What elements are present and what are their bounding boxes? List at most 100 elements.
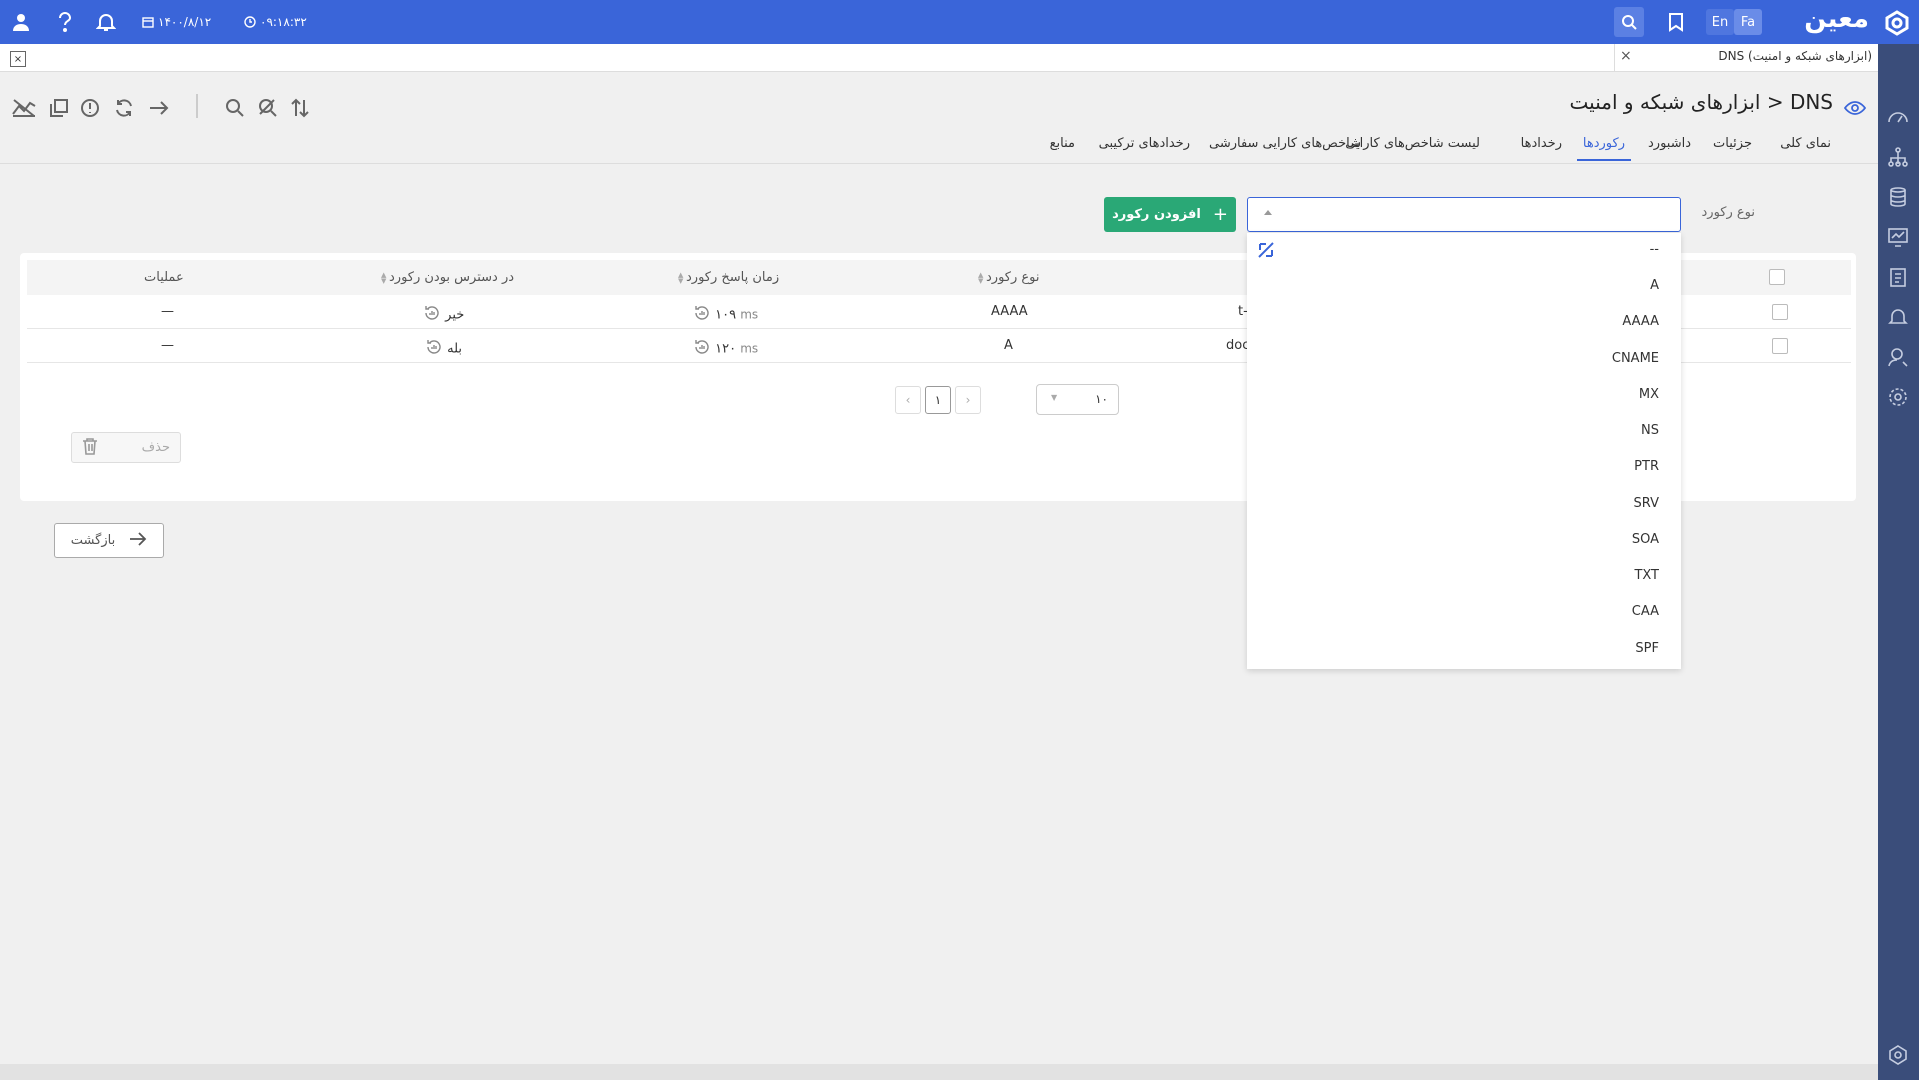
info-alert-icon[interactable]: [78, 96, 102, 120]
arrow-right-icon[interactable]: [147, 96, 171, 120]
history-icon[interactable]: [423, 304, 441, 326]
help-icon[interactable]: [54, 11, 76, 33]
date-display: ۱۴۰۰/۸/۱۲: [142, 13, 211, 31]
time-text: ۰۹:۱۸:۳۲: [260, 15, 307, 29]
delete-label: حذف: [141, 440, 170, 455]
history-icon[interactable]: [693, 338, 711, 360]
availability: بله: [425, 338, 462, 360]
tab-events[interactable]: رخدادها: [1521, 136, 1562, 151]
monitor-chart-icon[interactable]: [1887, 226, 1909, 248]
time-display: ۰۹:۱۸:۳۲: [244, 13, 307, 31]
col-availability[interactable]: ▲ ▼ در دسترس بودن رکورد: [373, 270, 514, 285]
toolbar-divider: [196, 94, 198, 118]
history-icon[interactable]: [693, 304, 711, 326]
col-record-type[interactable]: ▲ ▼ نوع رکورد: [970, 270, 1039, 285]
col-response-time[interactable]: ▲ ▼ زمان پاسخ رکورد: [670, 270, 779, 285]
next-page-button[interactable]: ›: [955, 386, 981, 414]
sort-icon: ▲ ▼: [978, 270, 984, 285]
row-checkbox[interactable]: [1772, 338, 1788, 354]
dropdown-option-none[interactable]: --: [1650, 242, 1659, 257]
sidebar-logo-icon: [1887, 1044, 1909, 1066]
dropdown-option-aaaa[interactable]: AAAA: [1622, 314, 1659, 329]
prev-page-button[interactable]: ‹: [895, 386, 921, 414]
refresh-icon[interactable]: [112, 96, 136, 120]
dropdown-option-spf[interactable]: SPF: [1635, 641, 1659, 656]
dropdown-option-soa[interactable]: SOA: [1632, 532, 1659, 547]
logo-icon: [1883, 9, 1911, 37]
page-number-button[interactable]: ۱: [925, 386, 951, 414]
alert-bell-icon[interactable]: [1887, 306, 1909, 328]
document-tab-strip: DNS (ابزارهای شبکه و امنیت) ×: [0, 44, 1878, 72]
lang-en-button[interactable]: En: [1706, 9, 1734, 35]
record-type: A: [1004, 338, 1013, 353]
trash-icon: [82, 437, 98, 459]
response-time: ۱۲۰ ms: [693, 338, 758, 360]
record-name: doc: [1226, 338, 1250, 353]
delete-button[interactable]: حذف: [71, 432, 181, 463]
back-button[interactable]: بازگشت: [54, 523, 164, 558]
page-size-value: ۱۰: [1095, 392, 1108, 406]
database-icon[interactable]: [1887, 186, 1909, 208]
copy-add-icon[interactable]: [47, 96, 71, 120]
back-label: بازگشت: [70, 533, 116, 548]
dropdown-option-ns[interactable]: NS: [1641, 423, 1659, 438]
top-bar: ۱۴۰۰/۸/۱۲ ۰۹:۱۸:۳۲ En Fa معین: [0, 0, 1919, 44]
user-icon[interactable]: [10, 11, 32, 33]
dropdown-option-cname[interactable]: CNAME: [1612, 351, 1659, 366]
search-off-icon[interactable]: [256, 96, 280, 120]
plus-icon: +: [1212, 204, 1228, 225]
add-record-button[interactable]: افزودن رکورد +: [1104, 197, 1236, 232]
eye-icon[interactable]: [1843, 96, 1867, 120]
clear-selection-icon[interactable]: [1257, 241, 1275, 263]
operations[interactable]: —: [161, 338, 174, 353]
lang-fa-button[interactable]: Fa: [1734, 9, 1762, 35]
close-all-icon[interactable]: ×: [10, 51, 26, 67]
record-type-select[interactable]: [1247, 197, 1681, 232]
search-icon[interactable]: [223, 96, 247, 120]
record-type-dropdown: -- A AAAA CNAME MX NS PTR SRV SOA TXT CA…: [1247, 233, 1681, 669]
gauge-icon[interactable]: [1887, 106, 1909, 128]
tab-dashboard[interactable]: داشبورد: [1648, 136, 1691, 151]
col-operations: عملیات: [144, 270, 184, 285]
tab-custom-kpi[interactable]: شاخص‌های کارایی سفارشی: [1209, 136, 1361, 151]
user-search-icon[interactable]: [1887, 346, 1909, 368]
dropdown-option-mx[interactable]: MX: [1639, 387, 1659, 402]
history-icon[interactable]: [425, 338, 443, 360]
network-icon[interactable]: [1887, 146, 1909, 168]
dropdown-option-caa[interactable]: CAA: [1632, 604, 1659, 619]
response-time: ۱۰۹ ms: [693, 304, 758, 326]
availability: خیر: [423, 304, 464, 326]
row-checkbox[interactable]: [1772, 304, 1788, 320]
bottom-scrollbar[interactable]: [0, 1064, 1878, 1080]
page-size-select[interactable]: ۱۰ ▼: [1036, 384, 1119, 415]
tab-divider: [1614, 44, 1615, 72]
dropdown-option-ptr[interactable]: PTR: [1634, 459, 1659, 474]
record-type-label: نوع رکورد: [1701, 205, 1755, 220]
search-icon[interactable]: [1614, 7, 1644, 37]
tab-resources[interactable]: منابع: [1050, 136, 1075, 151]
tab-composite-events[interactable]: رخدادهای ترکیبی: [1099, 136, 1190, 151]
tab-overview[interactable]: نمای کلی: [1780, 136, 1831, 151]
document-tab-label[interactable]: DNS (ابزارهای شبکه و امنیت): [1718, 49, 1872, 63]
add-record-label: افزودن رکورد: [1112, 207, 1201, 222]
settings-gear-icon[interactable]: [1887, 386, 1909, 408]
sort-icon: ▲ ▼: [381, 270, 387, 285]
dropdown-option-srv[interactable]: SRV: [1634, 496, 1659, 511]
document-tab-close-icon[interactable]: ×: [1620, 48, 1632, 64]
chart-toggle-icon[interactable]: [10, 96, 38, 120]
bell-icon[interactable]: [95, 11, 117, 33]
caret-up-icon: [1264, 210, 1272, 215]
sort-icon: ▲ ▼: [678, 270, 684, 285]
bookmark-icon[interactable]: [1665, 11, 1687, 33]
select-all-checkbox[interactable]: [1769, 269, 1785, 285]
tab-kpi-list[interactable]: لیست شاخص‌های کارایی: [1345, 136, 1480, 151]
tab-records[interactable]: رکوردها: [1576, 136, 1632, 161]
dropdown-option-txt[interactable]: TXT: [1634, 568, 1659, 583]
sort-icon[interactable]: [288, 96, 312, 120]
clipboard-icon[interactable]: [1887, 266, 1909, 288]
arrow-right-icon: [129, 531, 147, 550]
record-type: AAAA: [991, 304, 1028, 319]
operations[interactable]: —: [161, 304, 174, 319]
tab-details[interactable]: جزئیات: [1713, 136, 1752, 151]
dropdown-option-a[interactable]: A: [1650, 278, 1659, 293]
